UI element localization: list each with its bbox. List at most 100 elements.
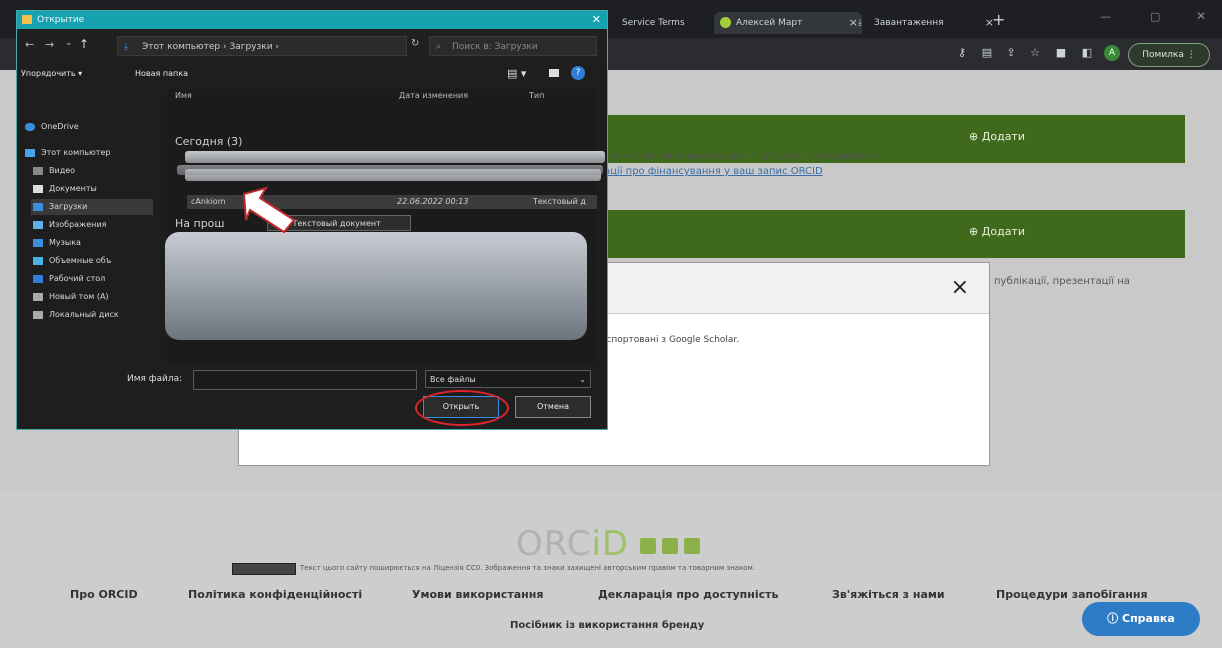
- video-icon: [33, 167, 43, 175]
- tab-orcid-profile[interactable]: Алексей Март ×: [714, 12, 862, 34]
- view-options-icon[interactable]: ▤ ▾: [507, 67, 526, 80]
- up-arrow-icon[interactable]: ↑: [79, 37, 89, 51]
- license-text: Текст цього сайту поширюється на Ліцензі…: [300, 564, 755, 572]
- funding-link[interactable]: ації про фінансування у ваш запис ORCID: [604, 166, 823, 177]
- avatar[interactable]: A: [1104, 45, 1120, 61]
- add-label: Додати: [981, 225, 1025, 238]
- nav-label: Рабочий стол: [49, 274, 106, 283]
- add-works-button[interactable]: ⊕ Додати: [969, 225, 1025, 238]
- highlight-circle: [415, 390, 509, 426]
- cube-icon: [33, 257, 43, 265]
- filename-label: Имя файла:: [127, 374, 183, 384]
- profile-error-label: Помилка: [1142, 50, 1184, 60]
- refresh-icon[interactable]: ↻: [411, 38, 419, 49]
- column-type-header[interactable]: Тип: [529, 91, 544, 100]
- filename-input[interactable]: [193, 370, 417, 390]
- minimize-icon[interactable]: —: [1100, 10, 1111, 23]
- footer-link-accessibility[interactable]: Декларація про доступність: [598, 588, 779, 601]
- linkedin-icon[interactable]: [684, 538, 700, 554]
- nav-item-music[interactable]: Музыка: [31, 235, 153, 251]
- back-arrow-icon[interactable]: ←: [25, 38, 34, 51]
- footer-link-terms[interactable]: Умови використання: [412, 588, 543, 601]
- nav-item-video[interactable]: Видео: [31, 163, 153, 179]
- twitter-icon[interactable]: [640, 538, 656, 554]
- nav-label: Изображения: [49, 220, 107, 229]
- nav-label: Этот компьютер: [41, 148, 111, 157]
- computer-icon: [25, 149, 35, 157]
- cloud-icon: [25, 123, 35, 131]
- footer-link-privacy[interactable]: Політика конфіденційності: [188, 588, 362, 601]
- extensions-icon[interactable]: ■: [1054, 46, 1068, 60]
- dialog-navigation-pane: OneDrive Этот компьютер Видео Документы …: [17, 89, 155, 364]
- orcid-favicon-icon: [720, 17, 731, 28]
- cc0-badge-icon[interactable]: [232, 563, 296, 575]
- file-name: cAnkiom: [191, 197, 226, 206]
- footer-link-brand[interactable]: Посібник із використання бренду: [510, 620, 704, 631]
- nav-item-local-disk[interactable]: Локальный диск: [31, 307, 153, 323]
- cancel-button[interactable]: Отмена: [515, 396, 591, 418]
- new-folder-button[interactable]: Новая папка: [135, 69, 188, 78]
- nav-item-desktop[interactable]: Рабочий стол: [31, 271, 153, 287]
- history-chevron-icon[interactable]: ⌄: [65, 38, 73, 48]
- share-icon[interactable]: ⇪: [1004, 46, 1018, 60]
- forward-arrow-icon[interactable]: →: [45, 38, 54, 51]
- column-name-header[interactable]: Имя: [175, 91, 192, 100]
- nav-item-volume-a[interactable]: Новый том (A): [31, 289, 153, 305]
- sidebar-icon[interactable]: ◧: [1080, 46, 1094, 60]
- translate-icon[interactable]: ▤: [980, 46, 994, 60]
- downloads-icon: [33, 203, 43, 211]
- add-label: Додати: [981, 130, 1025, 143]
- nav-item-3d-objects[interactable]: Объемные объ: [31, 253, 153, 269]
- nav-label: OneDrive: [41, 122, 79, 131]
- modal-text: кспортовані з Google Scholar.: [601, 335, 740, 345]
- maximize-icon[interactable]: ▢: [1150, 10, 1160, 23]
- footer-link-about[interactable]: Про ORCID: [70, 588, 138, 601]
- help-button[interactable]: ⓘ Справка: [1082, 602, 1200, 636]
- column-date-header[interactable]: Дата изменения: [399, 91, 468, 100]
- tab-label: Service Terms: [622, 18, 685, 28]
- preview-pane-icon[interactable]: [549, 69, 559, 77]
- footer-link-prevention[interactable]: Процедури запобігання: [996, 588, 1148, 601]
- address-bar[interactable]: ⤓ Этот компьютер › Загрузки ›: [117, 36, 407, 56]
- drive-icon: [33, 293, 43, 301]
- bookmark-star-icon[interactable]: ☆: [1028, 46, 1042, 60]
- file-type: Текстовый д: [533, 197, 586, 206]
- rss-icon[interactable]: [662, 538, 678, 554]
- search-placeholder: Поиск в: Загрузки: [452, 42, 538, 52]
- nav-item-onedrive[interactable]: OneDrive: [23, 119, 145, 135]
- organize-menu[interactable]: Упорядочить ▾: [21, 69, 82, 78]
- new-tab-button[interactable]: +: [992, 10, 1005, 29]
- footer-link-contact[interactable]: Зв'яжіться з нами: [832, 588, 945, 601]
- download-icon: ⤓: [858, 18, 862, 28]
- nav-item-this-pc[interactable]: Этот компьютер: [23, 145, 145, 161]
- group-today[interactable]: Сегодня (3): [175, 135, 242, 148]
- add-funding-button[interactable]: ⊕ Додати: [969, 130, 1025, 143]
- nav-label: Документы: [49, 184, 97, 193]
- key-icon[interactable]: ⚷: [955, 46, 969, 60]
- nav-item-documents[interactable]: Документы: [31, 181, 153, 197]
- search-input[interactable]: ⌕ Поиск в: Загрузки: [429, 36, 597, 56]
- desktop-icon: [33, 275, 43, 283]
- filetype-select[interactable]: Все файлы ⌄: [425, 370, 591, 388]
- tab-label: Завантаження: [874, 18, 944, 28]
- tab-label: Алексей Март: [736, 18, 803, 28]
- tab-downloads[interactable]: ⤓ Завантаження ×: [852, 12, 998, 34]
- dialog-close-icon[interactable]: ✕: [592, 11, 601, 29]
- works-description: публікації, презентації на: [994, 276, 1130, 287]
- profile-error-pill[interactable]: Помилка ⋮: [1128, 43, 1210, 67]
- image-icon: [33, 221, 43, 229]
- group-earlier[interactable]: На прош: [175, 217, 224, 230]
- redacted-area: [165, 232, 587, 340]
- file-date: 22.06.2022 00:13: [397, 197, 469, 206]
- nav-item-pictures[interactable]: Изображения: [31, 217, 153, 233]
- nav-label: Локальный диск: [49, 310, 119, 319]
- works-section-header: ⊕ Додати: [600, 210, 1185, 258]
- close-window-icon[interactable]: ✕: [1196, 9, 1206, 23]
- dialog-address-row: ← → ⌄ ↑ ⤓ Этот компьютер › Загрузки › ↻ …: [17, 31, 607, 61]
- music-icon: [33, 239, 43, 247]
- filetype-value: Все файлы: [430, 375, 476, 384]
- nav-label: Объемные объ: [49, 256, 112, 265]
- help-icon[interactable]: ?: [571, 66, 585, 80]
- nav-item-downloads[interactable]: Загрузки: [31, 199, 153, 215]
- modal-close-icon[interactable]: ×: [951, 275, 969, 300]
